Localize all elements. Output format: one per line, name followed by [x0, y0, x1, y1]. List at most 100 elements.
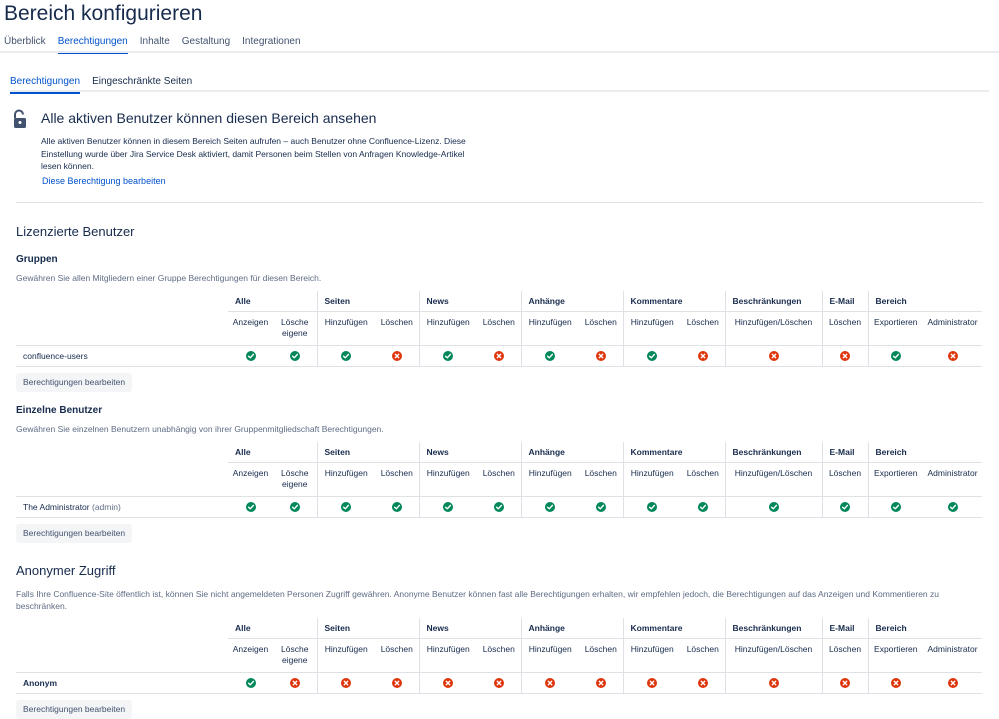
- permission-group-header: Anhänge: [520, 291, 624, 312]
- permission-cell: [867, 345, 924, 367]
- permission-group-header: Bereich: [867, 618, 983, 639]
- permission-column-header: Hinzufügen: [418, 638, 478, 673]
- permission-column-header: Hinzufügen: [316, 311, 375, 346]
- permission-cell: [228, 672, 273, 694]
- permission-column-header: Lösche eigene: [273, 311, 317, 346]
- permission-cell: [923, 345, 983, 367]
- check-circle-icon: [840, 501, 851, 512]
- info-text: Alle aktiven Benutzer können in diesem B…: [41, 136, 466, 171]
- permission-column-header: Löschen: [477, 462, 522, 497]
- permission-cell: [520, 345, 580, 367]
- permission-cell: [724, 672, 823, 694]
- anonymous-description: Falls Ihre Confluence-Site öffentlich is…: [16, 589, 939, 611]
- permission-cell: [375, 345, 420, 367]
- check-circle-icon: [545, 350, 556, 361]
- group-header-spacer: [16, 618, 228, 638]
- permission-column-header: Lösche eigene: [273, 462, 317, 497]
- permission-column-header: Exportieren: [867, 311, 924, 346]
- groups-description: Gewähren Sie allen Mitgliedern einer Gru…: [16, 273, 322, 283]
- permission-group-header: Alle: [228, 618, 317, 639]
- permission-column-header: Löschen: [821, 311, 869, 346]
- row-name: Anonym: [23, 677, 57, 688]
- cross-circle-icon: [890, 677, 901, 688]
- permission-group-header: Alle: [228, 291, 317, 312]
- check-circle-icon: [890, 501, 901, 512]
- permission-group-header: Alle: [228, 442, 317, 463]
- cross-circle-icon: [493, 677, 504, 688]
- permission-group-header: Anhänge: [520, 618, 624, 639]
- permission-group-header: Anhänge: [520, 442, 624, 463]
- groups-heading: Gruppen: [16, 254, 58, 265]
- permission-group-header: E-Mail: [821, 618, 869, 639]
- cross-circle-icon: [840, 350, 851, 361]
- permission-group-header: Kommentare: [622, 618, 726, 639]
- check-circle-icon: [647, 501, 658, 512]
- unlock-icon: [14, 109, 26, 128]
- permission-column-header: Löschen: [375, 462, 420, 497]
- permission-cell: [821, 345, 869, 367]
- permission-group-header: E-Mail: [821, 291, 869, 312]
- permission-column-header: Hinzufügen: [622, 462, 682, 497]
- permission-cell: [418, 496, 478, 518]
- permission-column-header: Lösche eigene: [273, 638, 317, 673]
- permission-column-header: Administrator: [923, 638, 983, 673]
- cross-circle-icon: [595, 350, 606, 361]
- permission-cell: [273, 672, 317, 694]
- permission-column-header: Anzeigen: [228, 638, 273, 673]
- check-circle-icon: [245, 350, 256, 361]
- cross-circle-icon: [840, 677, 851, 688]
- edit-permission-link[interactable]: Diese Berechtigung bearbeiten: [42, 176, 166, 186]
- cross-circle-icon: [493, 350, 504, 361]
- permission-column-header: Administrator: [923, 462, 983, 497]
- permission-column-header: Exportieren: [867, 462, 924, 497]
- permission-cell: [316, 672, 375, 694]
- permission-column-header: Löschen: [579, 638, 624, 673]
- permission-column-header: Hinzufügen: [316, 462, 375, 497]
- permission-cell: [228, 496, 273, 518]
- info-heading: Alle aktiven Benutzer können diesen Bere…: [41, 110, 377, 126]
- table-row: Anonym: [16, 672, 983, 694]
- anonymous-heading: Anonymer Zugriff: [16, 563, 116, 578]
- section-divider: [16, 202, 983, 203]
- row-name: The Administrator: [23, 501, 90, 512]
- check-circle-icon: [890, 350, 901, 361]
- permission-column-header: Exportieren: [867, 638, 924, 673]
- check-circle-icon: [493, 501, 504, 512]
- edit-group-permissions-button[interactable]: Berechtigungen bearbeiten: [16, 373, 133, 392]
- permission-group-header: Bereich: [867, 291, 983, 312]
- permission-group-header: Kommentare: [622, 291, 726, 312]
- permission-column-header: Löschen: [375, 311, 420, 346]
- edit-user-permissions-button[interactable]: Berechtigungen bearbeiten: [16, 524, 133, 543]
- permission-column-header: Hinzufügen/Löschen: [724, 462, 823, 497]
- cross-circle-icon: [697, 677, 708, 688]
- permission-group-header: Beschränkungen: [724, 291, 823, 312]
- check-circle-icon: [545, 501, 556, 512]
- check-circle-icon: [443, 350, 454, 361]
- permission-cell: [579, 672, 624, 694]
- permission-cell: [579, 496, 624, 518]
- permission-cell: [681, 672, 726, 694]
- check-circle-icon: [768, 501, 779, 512]
- permission-column-header: Löschen: [681, 311, 726, 346]
- cross-circle-icon: [595, 677, 606, 688]
- permission-cell: [923, 496, 983, 518]
- check-circle-icon: [391, 501, 402, 512]
- permission-column-header: Hinzufügen: [520, 311, 580, 346]
- permission-cell: [273, 496, 317, 518]
- users-description: Gewähren Sie einzelnen Benutzern unabhän…: [16, 424, 384, 434]
- check-circle-icon: [245, 501, 256, 512]
- edit-anonymous-permissions-button[interactable]: Berechtigungen bearbeiten: [16, 700, 133, 719]
- permission-group-header: Seiten: [316, 291, 420, 312]
- permission-cell: [273, 345, 317, 367]
- permission-column-header: Administrator: [923, 311, 983, 346]
- cross-circle-icon: [545, 677, 556, 688]
- check-circle-icon: [245, 677, 256, 688]
- page-title: Bereich konfigurieren: [4, 2, 203, 25]
- check-circle-icon: [341, 350, 352, 361]
- table-row: The Administrator (admin): [16, 496, 983, 518]
- check-circle-icon: [289, 501, 300, 512]
- permission-cell: [477, 672, 522, 694]
- permission-column-header: Hinzufügen: [520, 638, 580, 673]
- permission-column-header: Löschen: [579, 462, 624, 497]
- permission-column-header: Hinzufügen: [316, 638, 375, 673]
